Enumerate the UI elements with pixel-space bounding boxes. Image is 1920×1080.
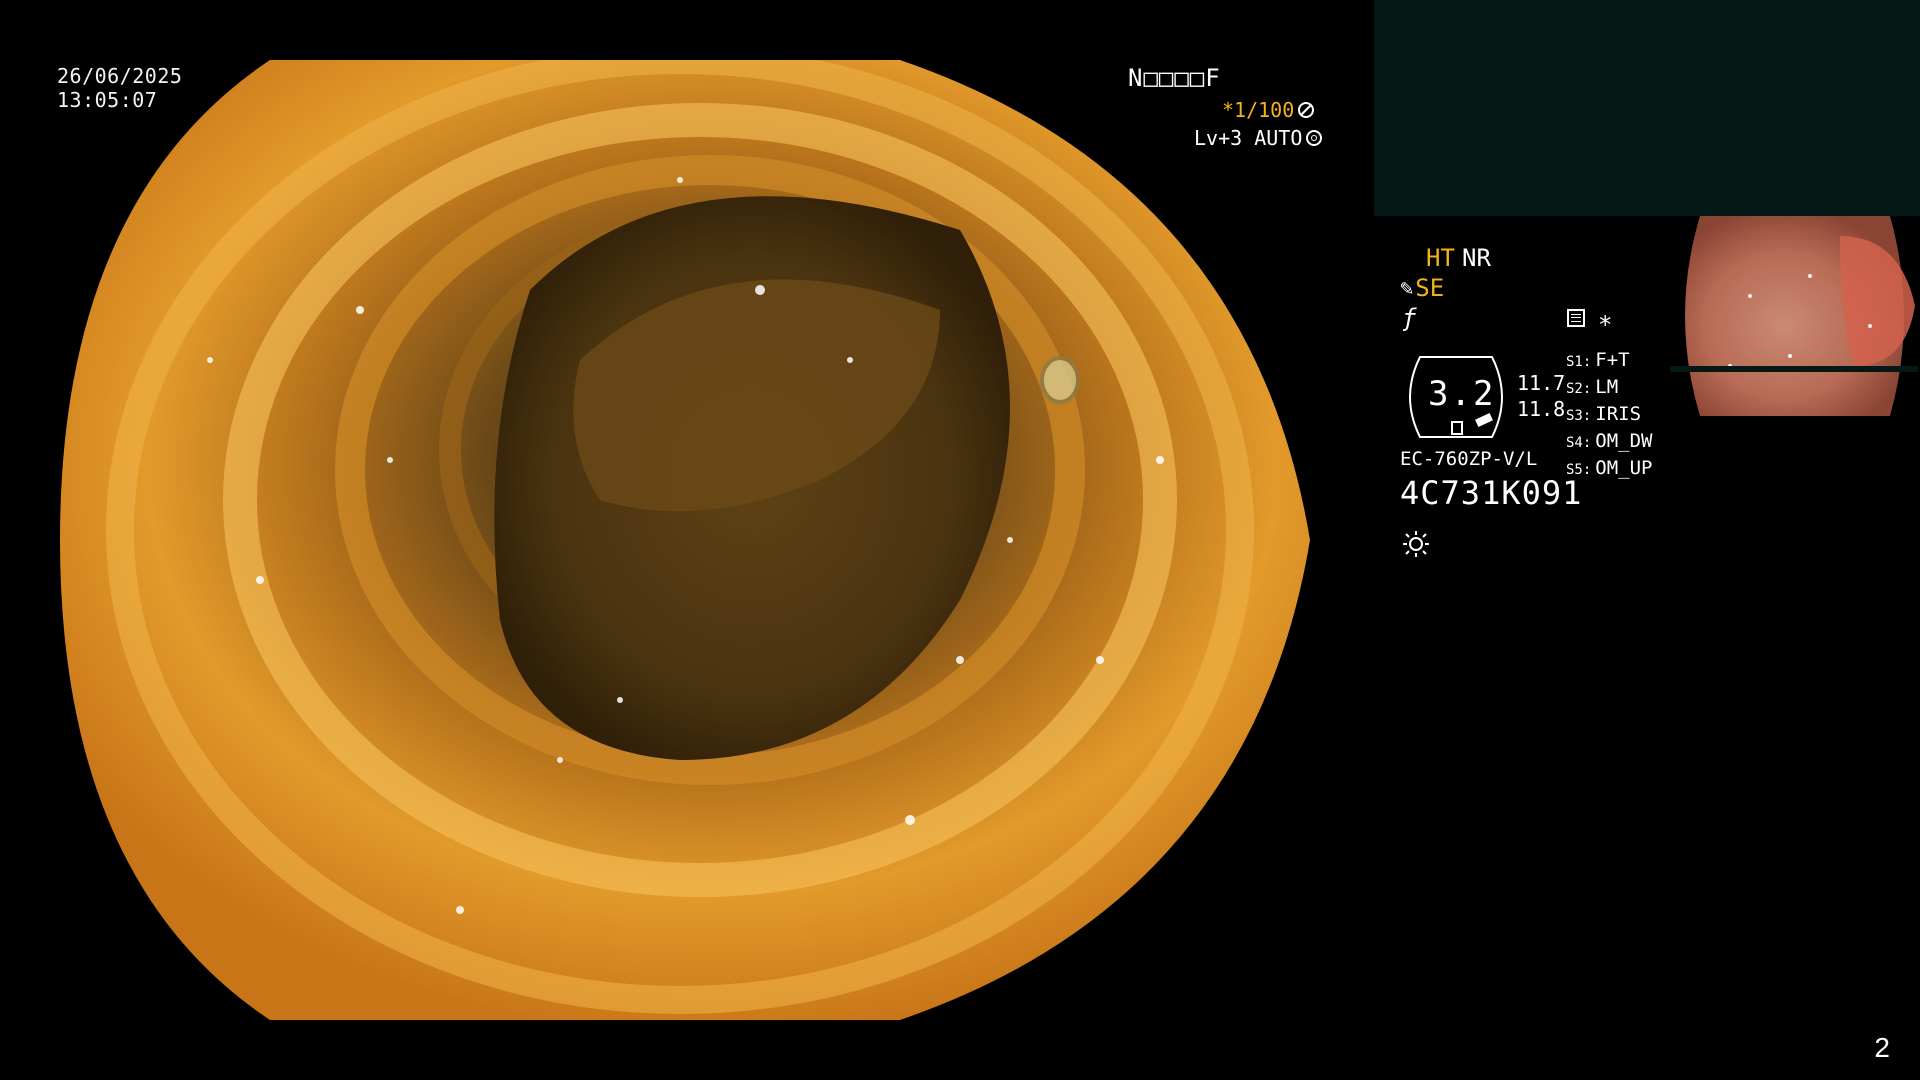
light-icon (1403, 531, 1429, 557)
switch-row: S2: LM (1566, 375, 1653, 402)
gauge-readouts: 11.7 11.8 (1517, 370, 1565, 422)
zoom-value: 3.2 (1428, 374, 1496, 414)
shutter-speed-row: *1/100 (1222, 98, 1315, 122)
iris-mode-text: Lv+3 AUTO (1194, 126, 1303, 150)
asterisk-icon: ∗ (1598, 306, 1613, 334)
fan-icon (1298, 102, 1315, 118)
colon-lumen-view (60, 60, 1310, 1020)
date-time-readout: 26/06/2025 13:05:07 (57, 64, 182, 112)
iris-icon (1306, 130, 1323, 146)
structure-enhancement-row: ✎ SE (1400, 274, 1444, 302)
switch-value: IRIS (1595, 403, 1642, 425)
nr-indicator: NR (1462, 244, 1491, 272)
time-text: 13:05:07 (57, 88, 158, 112)
switch-key: S2: (1566, 381, 1592, 397)
switch-value: OM_DW (1595, 430, 1653, 452)
patient-id-text: N□□□□F (1128, 64, 1221, 92)
page-number: 2 (1874, 1032, 1890, 1063)
shutter-speed-text: *1/100 (1222, 98, 1295, 122)
switch-key: S1: (1566, 354, 1592, 370)
ht-indicator: HT (1426, 244, 1455, 272)
date-text: 26/06/2025 (57, 64, 183, 88)
pen-icon: ✎ (1400, 275, 1414, 301)
switch-key: S4: (1566, 435, 1592, 451)
iris-row: Lv+3 AUTO (1194, 126, 1323, 150)
gauge-bottom-value: 11.8 (1517, 397, 1566, 421)
thumbnail-image (1670, 216, 1918, 416)
switch-value: F+T (1595, 349, 1630, 371)
switch-row: S1: F+T (1566, 348, 1653, 375)
sub-monitor-panel (1374, 0, 1920, 216)
se-indicator: SE (1415, 274, 1445, 302)
endoscopy-monitor: 26/06/2025 13:05:07 N□□□□F *1/100 Lv+3 A… (0, 0, 1920, 1080)
scope-model-text: EC-760ZP-V/L (1400, 448, 1538, 470)
captured-image-thumbnail[interactable] (1670, 216, 1918, 416)
function-icon: ƒ (1402, 304, 1417, 332)
endoscope-image (60, 60, 1315, 1020)
gauge-top-value: 11.7 (1517, 371, 1566, 395)
switch-value: OM_UP (1595, 457, 1653, 479)
switch-value: LM (1595, 376, 1619, 398)
switch-key: S3: (1566, 408, 1592, 424)
scope-serial-text: 4C731K091 (1400, 474, 1583, 512)
grid-icon (1567, 309, 1585, 327)
switch-row: S4: OM_DW (1566, 429, 1653, 456)
scope-switch-list: S1: F+T S2: LM S3: IRIS S4: OM_DW S5: OM… (1566, 348, 1653, 483)
switch-row: S3: IRIS (1566, 402, 1653, 429)
